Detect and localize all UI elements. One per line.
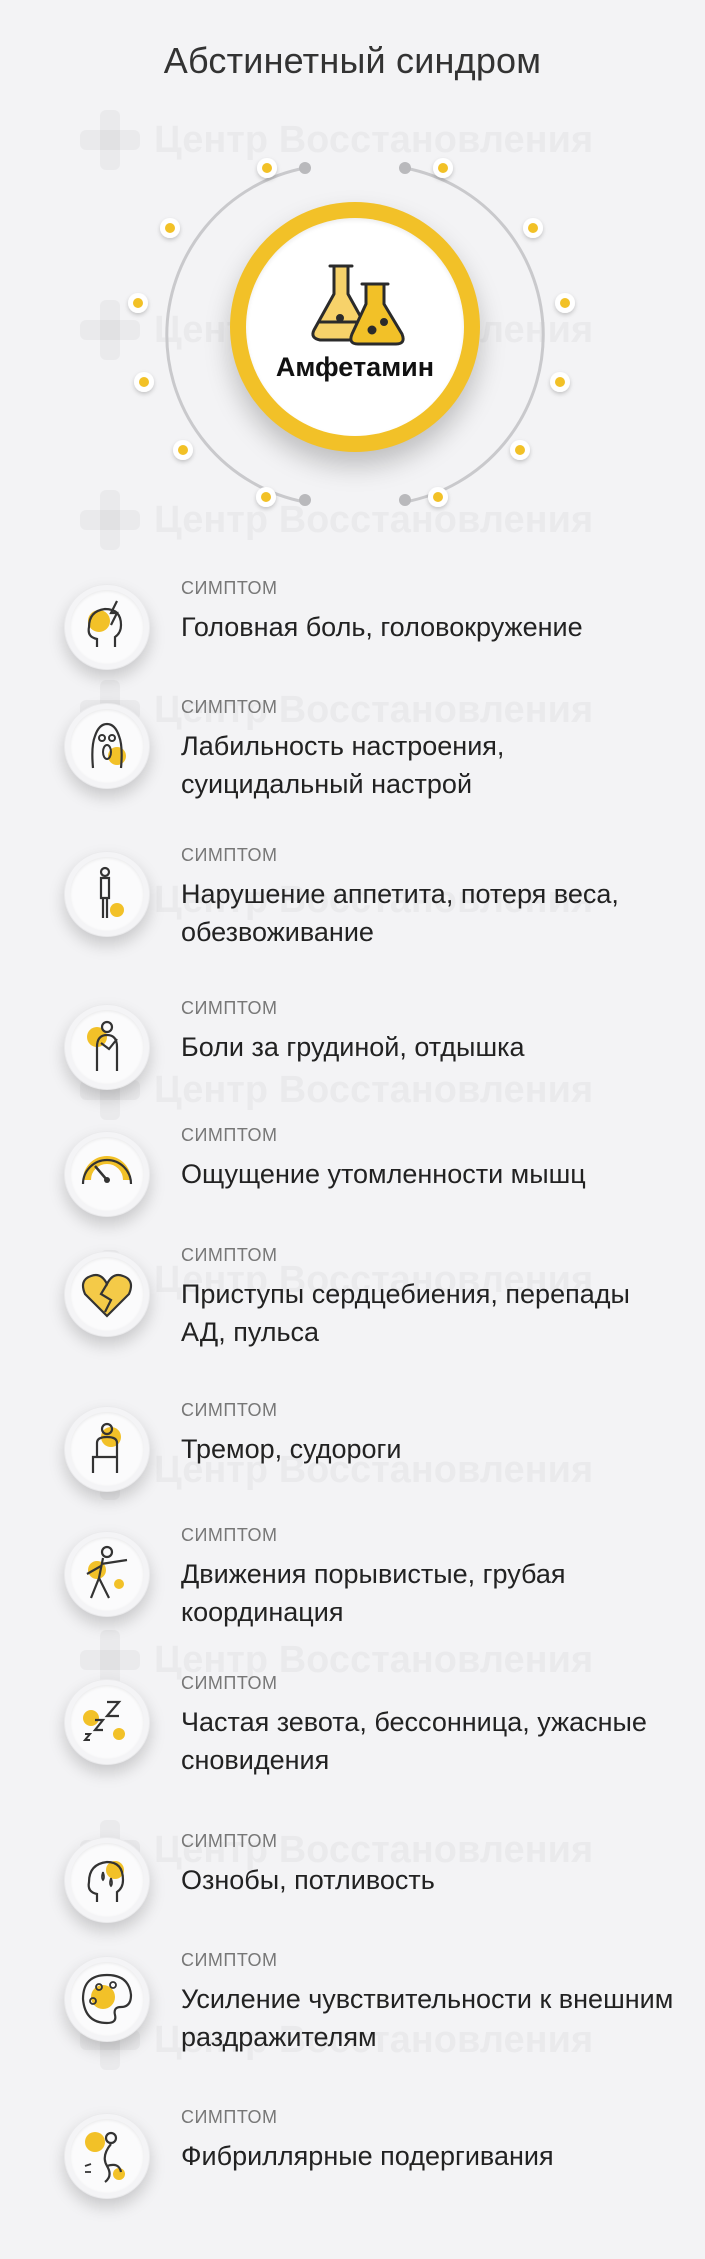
stumbling-person-icon	[86, 1545, 128, 1599]
symptom-label: СИМПТОМ	[181, 845, 278, 865]
symptom-icon-badge	[64, 2113, 150, 2199]
symptom-icon-badge	[64, 1531, 150, 1617]
symptom-label: СИМПТОМ	[181, 1245, 278, 1265]
page-title: Абстинетный синдром	[163, 40, 542, 81]
symptom-text: Частая зевота, бессонница, ужасные снови…	[181, 1707, 647, 1775]
symptom-label: СИМПТОМ	[181, 1950, 278, 1970]
symptom-icon-badge	[64, 851, 150, 937]
broken-heart-icon	[81, 1273, 133, 1318]
symptom-text: Тремор, судороги	[181, 1434, 402, 1464]
symptom-label: СИМПТОМ	[181, 1125, 278, 1145]
symptom-label: СИМПТОМ	[181, 1831, 278, 1851]
symptom-icon-badge	[64, 584, 150, 670]
sweating-head-icon	[87, 1860, 125, 1902]
symptom-label: СИМПТОМ	[181, 578, 278, 598]
flasks-icon	[311, 264, 405, 346]
symptom-text: Головная боль, головокружение	[181, 612, 583, 642]
drug-badge: Амфетамин	[230, 202, 480, 452]
symptom-label: СИМПТОМ	[181, 1673, 278, 1693]
symptom-item: СИМПТОМ Движения порывистые, грубая коор…	[64, 1525, 684, 1635]
symptom-item: СИМПТОМ Фибриллярные подергивания	[64, 2107, 684, 2217]
symptom-icon-badge	[64, 1406, 150, 1492]
symptom-text: Приступы сердцебиения, перепады АД, пуль…	[181, 1279, 630, 1347]
scream-face-icon	[91, 722, 126, 769]
trembling-person-icon	[91, 1422, 121, 1473]
symptom-text: Движения порывистые, грубая координация	[181, 1559, 566, 1627]
symptom-item: СИМПТОМ Головная боль, головокружение	[64, 578, 684, 688]
symptom-icon-badge	[64, 1679, 150, 1765]
palette-icon	[81, 1973, 133, 2025]
symptom-label: СИМПТОМ	[181, 1400, 278, 1420]
symptom-label: СИМПТОМ	[181, 697, 278, 717]
symptom-item: СИМПТОМ Лабильность настроения, суицидал…	[64, 697, 684, 807]
infographic: Центр Восстановления Центр Восстановлени…	[0, 0, 705, 2259]
thin-person-icon	[99, 866, 124, 918]
chest-pain-icon	[87, 1020, 119, 1071]
symptom-text: Фибриллярные подергивания	[181, 2141, 554, 2171]
symptom-icon-badge	[64, 1837, 150, 1923]
symptom-text: Нарушение аппетита, потеря веса, обезвож…	[181, 879, 619, 947]
symptom-icon-badge	[64, 1956, 150, 2042]
symptom-icon-badge	[64, 703, 150, 789]
symptom-label: СИМПТОМ	[181, 1525, 278, 1545]
sleep-zzz-icon	[82, 1700, 125, 1741]
symptom-item: СИМПТОМ Приступы сердцебиения, перепады …	[64, 1245, 684, 1355]
symptom-label: СИМПТОМ	[181, 998, 278, 1018]
symptom-text: Лабильность настроения, суицидальный нас…	[181, 731, 505, 799]
symptom-icon-badge	[64, 1131, 150, 1217]
symptom-item: СИМПТОМ Частая зевота, бессонница, ужасн…	[64, 1673, 684, 1783]
gauge-icon	[81, 1156, 133, 1185]
drug-name: Амфетамин	[275, 352, 435, 382]
symptom-item: СИМПТОМ Тремор, судороги	[64, 1400, 684, 1510]
symptom-item: СИМПТОМ Ощущение утомленности мышц	[64, 1125, 684, 1235]
symptom-icon-badge	[64, 1004, 150, 1090]
symptom-text: Усиление чувствительности к внешним разд…	[181, 1984, 674, 2052]
symptom-label: СИМПТОМ	[181, 2107, 278, 2127]
symptom-text: Боли за грудиной, отдышка	[181, 1032, 525, 1062]
headache-icon	[87, 600, 123, 647]
twitching-body-icon	[84, 2131, 125, 2183]
symptom-item: СИМПТОМ Боли за грудиной, отдышка	[64, 998, 684, 1108]
drug-hero: Амфетамин	[120, 150, 590, 520]
symptom-text: Ощущение утомленности мышц	[181, 1159, 586, 1189]
symptom-text: Ознобы, потливость	[181, 1865, 435, 1895]
symptom-item: СИМПТОМ Ознобы, потливость	[64, 1831, 684, 1941]
symptom-icon-badge	[64, 1251, 150, 1337]
symptom-item: СИМПТОМ Усиление чувствительности к внеш…	[64, 1950, 684, 2060]
symptom-item: СИМПТОМ Нарушение аппетита, потеря веса,…	[64, 845, 684, 955]
